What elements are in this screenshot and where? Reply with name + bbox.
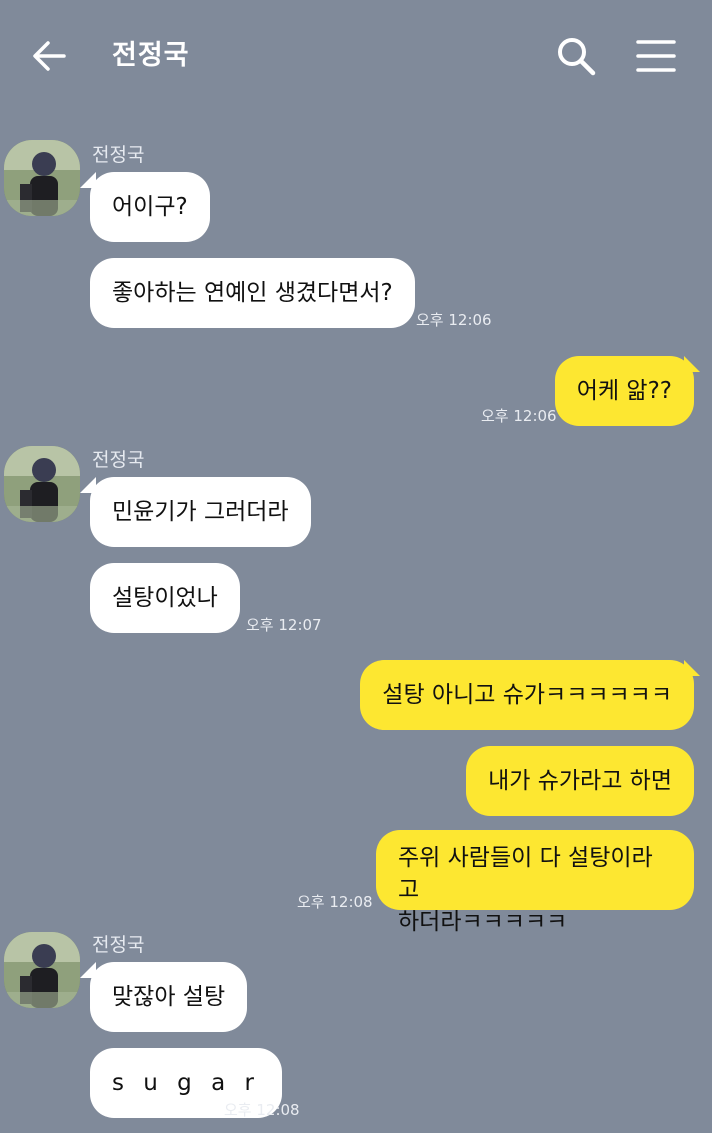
- chat-header: 전정국: [0, 0, 712, 110]
- avatar-photo-icon: [4, 446, 80, 522]
- message-line: 하더라ㅋㅋㅋㅋㅋ: [398, 909, 568, 935]
- search-button[interactable]: [552, 32, 600, 80]
- message-bubble-outgoing[interactable]: 내가 슈가라고 하면: [466, 746, 694, 816]
- arrow-left-icon: [33, 41, 66, 71]
- message-bubble-incoming[interactable]: 좋아하는 연예인 생겼다면서?: [90, 258, 415, 328]
- message-bubble-incoming[interactable]: 설탕이었나: [90, 563, 240, 633]
- message-timestamp: 오후 12:08: [297, 893, 373, 911]
- message-bubble-outgoing[interactable]: 설탕 아니고 슈가ㅋㅋㅋㅋㅋㅋ: [360, 660, 694, 730]
- sender-name: 전정국: [92, 144, 145, 166]
- search-icon: [558, 38, 596, 76]
- message-line: 주위 사람들이 다 설탕이라고: [398, 845, 653, 903]
- sender-name: 전정국: [92, 934, 145, 956]
- contact-avatar[interactable]: [4, 932, 80, 1008]
- message-bubble-outgoing[interactable]: 주위 사람들이 다 설탕이라고 하더라ㅋㅋㅋㅋㅋ: [376, 830, 694, 935]
- contact-avatar[interactable]: [4, 446, 80, 522]
- message-timestamp: 오후 12:07: [246, 616, 322, 634]
- menu-button[interactable]: [632, 32, 680, 80]
- contact-avatar[interactable]: [4, 140, 80, 216]
- avatar-photo-icon: [4, 140, 80, 216]
- message-bubble-incoming[interactable]: 민윤기가 그러더라: [90, 477, 311, 547]
- message-bubble-outgoing[interactable]: 어케 앎??: [554, 356, 694, 426]
- message-timestamp: 오후 12:08: [224, 1101, 300, 1119]
- message-timestamp: 오후 12:06: [416, 311, 492, 329]
- message-bubble-incoming[interactable]: 맞잖아 설탕: [90, 962, 248, 1032]
- message-timestamp: 오후 12:06: [481, 407, 557, 425]
- avatar-photo-icon: [4, 932, 80, 1008]
- sender-name: 전정국: [92, 449, 145, 471]
- hamburger-menu-icon: [636, 40, 676, 72]
- chat-title: 전정국: [112, 40, 190, 71]
- message-bubble-incoming[interactable]: 어이구?: [90, 172, 210, 242]
- back-button[interactable]: [26, 32, 74, 80]
